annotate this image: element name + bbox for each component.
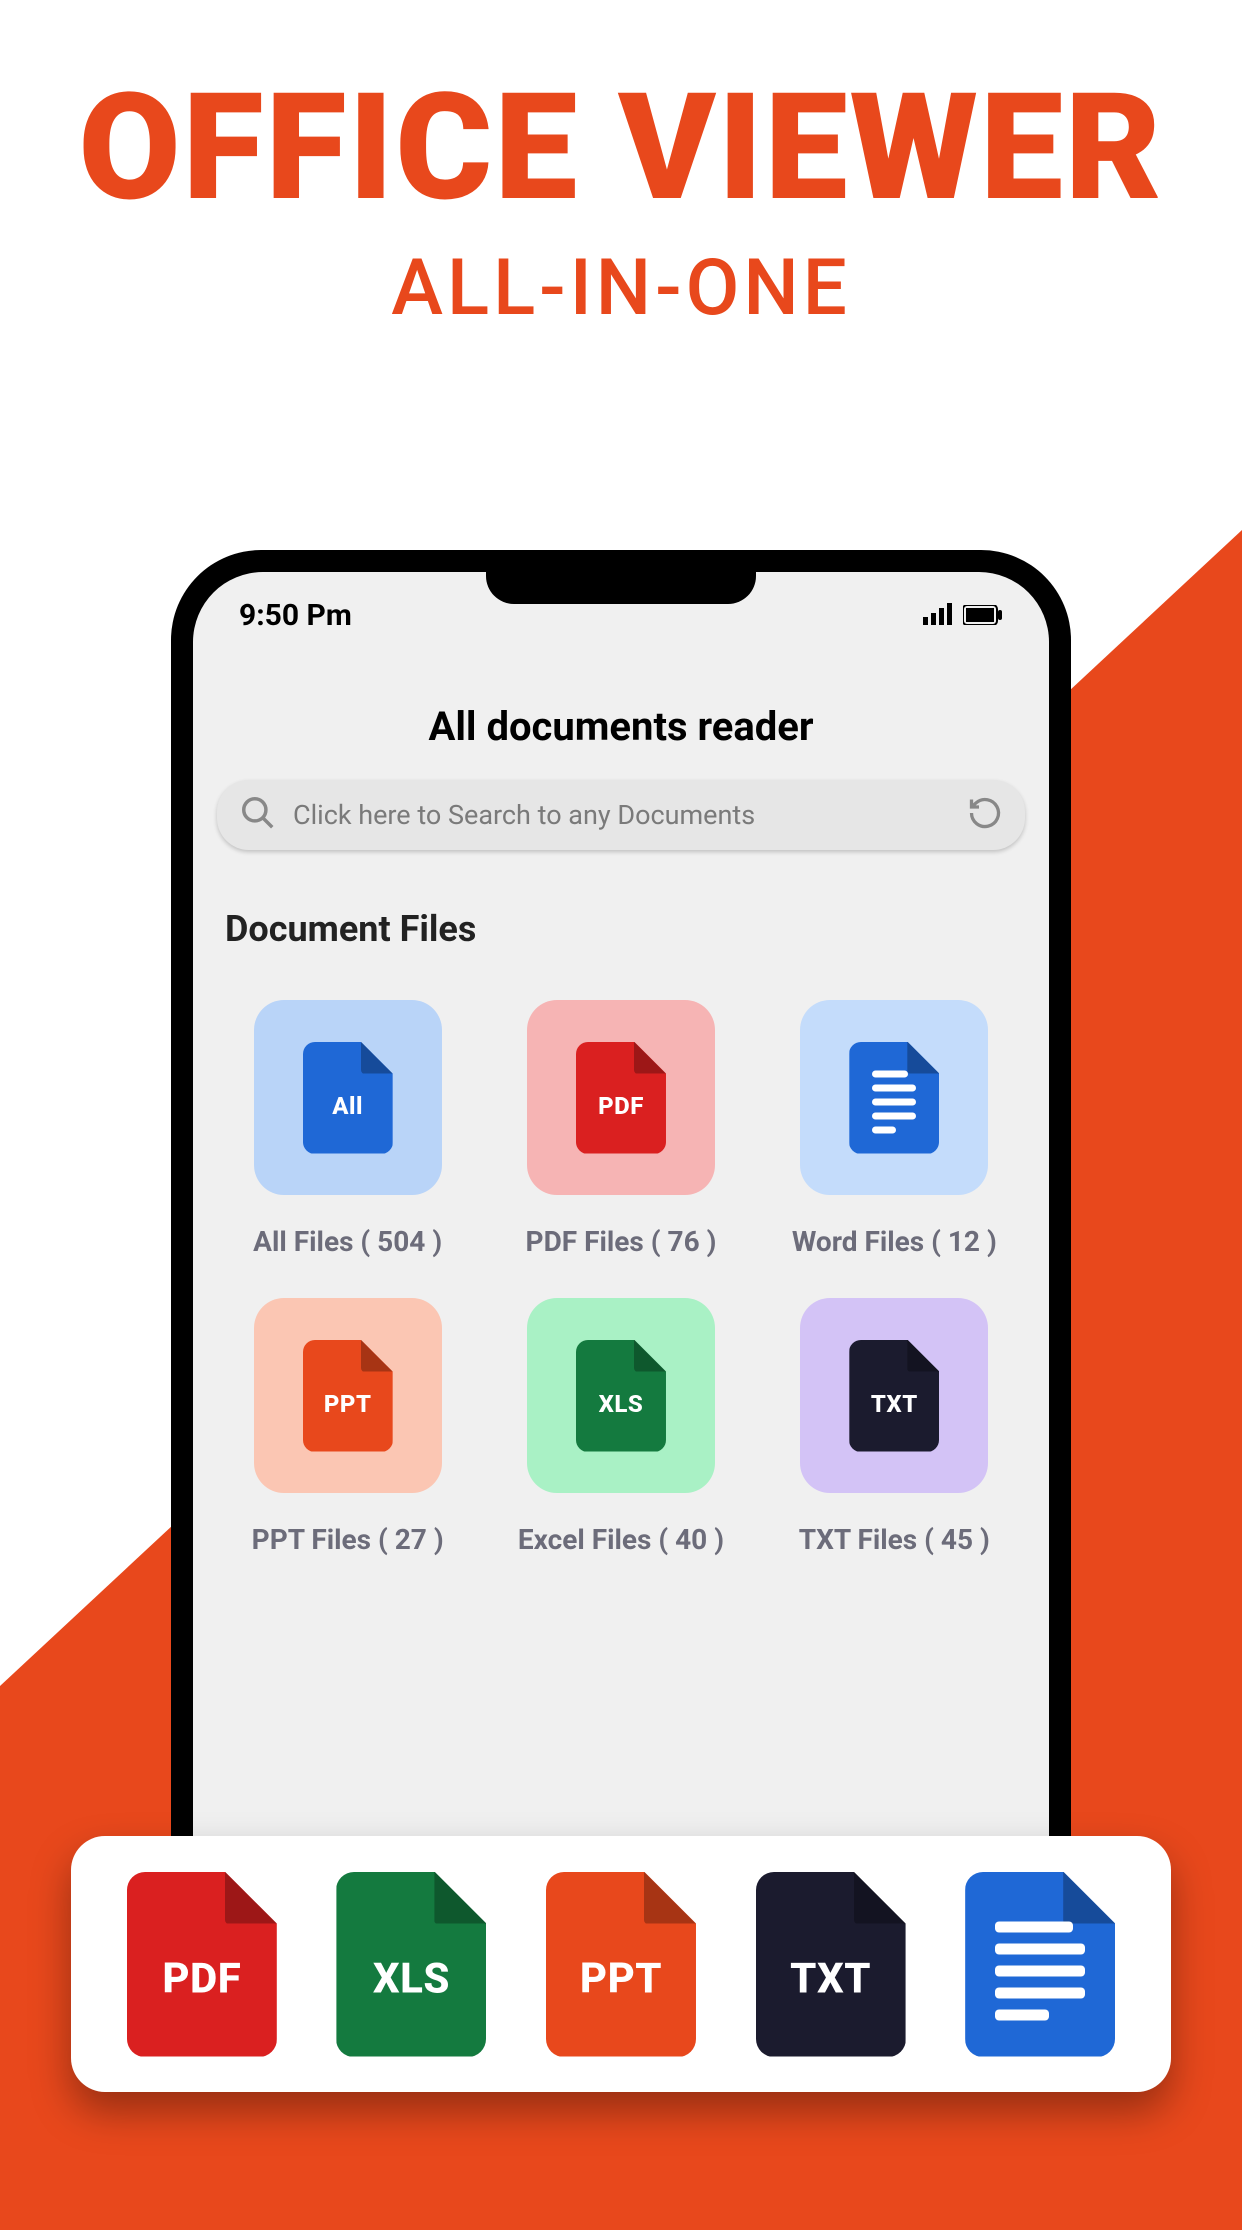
doc-file-icon	[849, 1042, 939, 1154]
hero-subtitle: ALL-IN-ONE	[0, 243, 1242, 334]
section-title: Document Files	[225, 908, 1017, 950]
tile-txt[interactable]: TXT TXT Files ( 45 )	[770, 1298, 1019, 1556]
tile-label: PDF Files ( 76 )	[496, 1225, 745, 1258]
all-file-icon: All	[303, 1042, 393, 1154]
tile-xls[interactable]: XLS Excel Files ( 40 )	[496, 1298, 745, 1556]
refresh-icon[interactable]	[967, 795, 1003, 835]
phone-notch	[486, 568, 756, 604]
tile-all[interactable]: All All Files ( 504 )	[223, 1000, 472, 1258]
xls-file-icon: XLS	[336, 1872, 486, 2057]
bottom-formats-card: PDF XLS PPT TXT	[71, 1836, 1171, 2092]
txt-file-icon: TXT	[756, 1872, 906, 2057]
app-title: All documents reader	[193, 703, 1049, 768]
tile-box: All	[254, 1000, 442, 1195]
tile-box: TXT	[800, 1298, 988, 1493]
status-time: 9:50 Pm	[239, 598, 352, 633]
tile-ppt[interactable]: PPT PPT Files ( 27 )	[223, 1298, 472, 1556]
ppt-file-icon: PPT	[303, 1340, 393, 1452]
tiles-grid: All All Files ( 504 ) PDF PDF Files ( 76 ) W…	[193, 960, 1049, 1596]
tile-box: PDF	[527, 1000, 715, 1195]
pdf-file-icon: PDF	[127, 1872, 277, 2057]
phone-screen: 9:50 Pm All documents reader Click here …	[193, 572, 1049, 1928]
tile-box: XLS	[527, 1298, 715, 1493]
signal-icon	[923, 598, 953, 633]
xls-file-icon: XLS	[576, 1340, 666, 1452]
tile-pdf[interactable]: PDF PDF Files ( 76 )	[496, 1000, 745, 1258]
tile-box	[800, 1000, 988, 1195]
tile-label: All Files ( 504 )	[223, 1225, 472, 1258]
doc-file-icon	[965, 1872, 1115, 2057]
ppt-file-icon: PPT	[546, 1872, 696, 2057]
search-placeholder: Click here to Search to any Documents	[293, 799, 951, 831]
tile-doc[interactable]: Word Files ( 12 )	[770, 1000, 1019, 1258]
search-icon	[239, 794, 277, 836]
tile-label: TXT Files ( 45 )	[770, 1523, 1019, 1556]
txt-file-icon: TXT	[849, 1340, 939, 1452]
tile-label: Word Files ( 12 )	[770, 1225, 1019, 1258]
tile-label: Excel Files ( 40 )	[496, 1523, 745, 1556]
battery-icon	[963, 598, 1003, 633]
pdf-file-icon: PDF	[576, 1042, 666, 1154]
phone-frame: 9:50 Pm All documents reader Click here …	[171, 550, 1071, 1950]
tile-box: PPT	[254, 1298, 442, 1493]
hero-title: OFFICE VIEWER	[0, 0, 1242, 223]
search-bar[interactable]: Click here to Search to any Documents	[217, 780, 1025, 850]
tile-label: PPT Files ( 27 )	[223, 1523, 472, 1556]
